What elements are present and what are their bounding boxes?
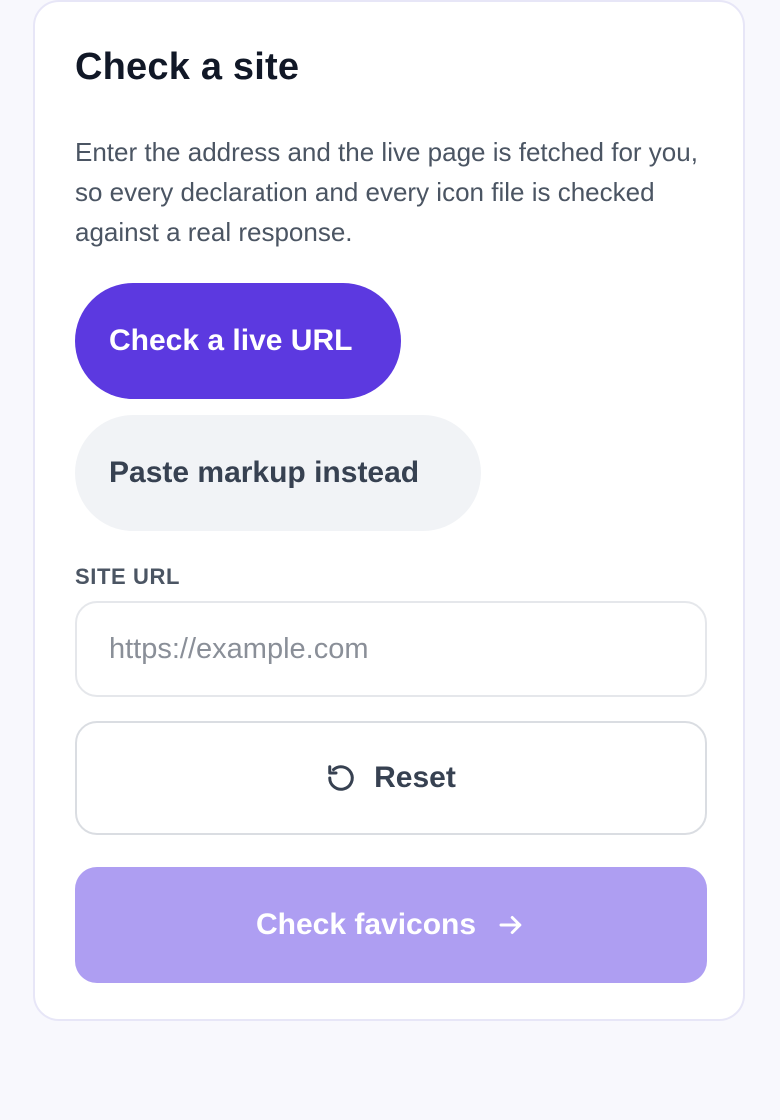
paste-markup-button[interactable]: Paste markup instead: [75, 415, 481, 531]
reset-button[interactable]: Reset: [75, 721, 707, 835]
card-description: Enter the address and the live page is f…: [75, 137, 698, 247]
check-favicons-label: Check favicons: [255, 908, 477, 941]
reset-label: Reset: [374, 761, 456, 794]
arrow-right-icon: [496, 910, 526, 940]
rotate-ccw-icon: [326, 763, 356, 793]
site-url-input[interactable]: [75, 601, 707, 697]
check-live-url-button[interactable]: Check a live URL: [75, 283, 401, 399]
card-title: Check a site: [75, 46, 300, 88]
check-favicons-button[interactable]: Check favicons: [75, 867, 707, 983]
paste-markup-label: Paste markup instead: [109, 456, 420, 489]
check-site-card: Check a site Enter the address and the l…: [33, 0, 745, 1021]
check-live-url-label: Check a live URL: [109, 324, 353, 357]
site-url-label: SITE URL: [75, 564, 181, 589]
